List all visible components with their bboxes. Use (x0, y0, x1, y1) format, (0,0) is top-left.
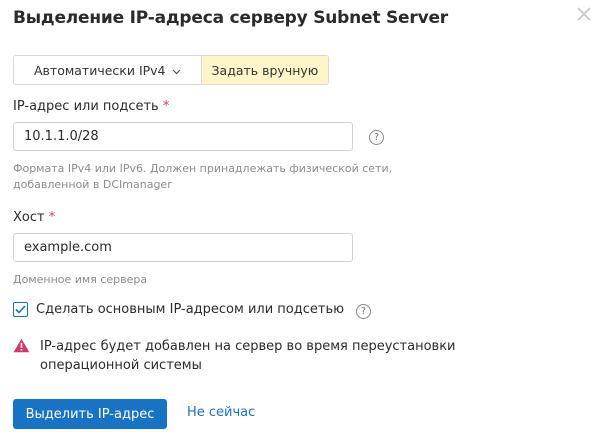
ip-mode-switch: Автоматически IPv4 Задать вручную (13, 55, 330, 85)
allocate-ip-dialog: Выделение IP-адреса серверу Subnet Serve… (0, 0, 609, 445)
ip-help-icon[interactable]: ? (369, 130, 384, 145)
manual-option[interactable]: Задать вручную (201, 56, 329, 84)
primary-ip-checkbox[interactable] (13, 302, 28, 317)
ip-hint-line1: Формата IPv4 или IPv6. Должен принадлежа… (13, 162, 393, 175)
host-input[interactable] (13, 233, 353, 262)
allocate-ip-button[interactable]: Выделить IP-адрес (13, 399, 167, 429)
not-now-button[interactable]: Не сейчас (187, 405, 255, 420)
auto-ipv4-option[interactable]: Автоматически IPv4 (14, 56, 202, 84)
checkmark-icon (15, 305, 26, 314)
auto-ipv4-label: Автоматически IPv4 (34, 62, 166, 78)
ip-field-label-text: IP-адрес или подсеть (13, 99, 159, 114)
primary-help-icon[interactable]: ? (356, 304, 371, 319)
chevron-down-icon (172, 63, 181, 78)
primary-ip-checkbox-label[interactable]: Сделать основным IP-адресом или подсетью (36, 302, 344, 317)
required-mark: * (48, 210, 56, 225)
ip-address-input[interactable] (13, 122, 353, 151)
dialog-title: Выделение IP-адреса серверу Subnet Serve… (13, 8, 448, 28)
host-field-hint: Доменное имя сервера (13, 273, 148, 286)
ip-field-label: IP-адрес или подсеть * (13, 99, 169, 114)
warning-icon (13, 338, 30, 357)
manual-label: Задать вручную (211, 62, 319, 78)
ip-hint-line2: добавленной в DCImanager (13, 178, 172, 191)
primary-ip-checkbox-row: Сделать основным IP-адресом или подсетью (13, 302, 344, 317)
close-icon[interactable] (575, 5, 593, 23)
reinstall-warning: IP-адрес будет добавлен на сервер во вре… (13, 337, 550, 375)
ip-field-hint: Формата IPv4 или IPv6. Должен принадлежа… (13, 161, 392, 193)
warning-text: IP-адрес будет добавлен на сервер во вре… (40, 339, 456, 373)
required-mark: * (162, 99, 170, 114)
host-field-label: Хост * (13, 210, 55, 225)
host-field-label-text: Хост (13, 210, 45, 225)
